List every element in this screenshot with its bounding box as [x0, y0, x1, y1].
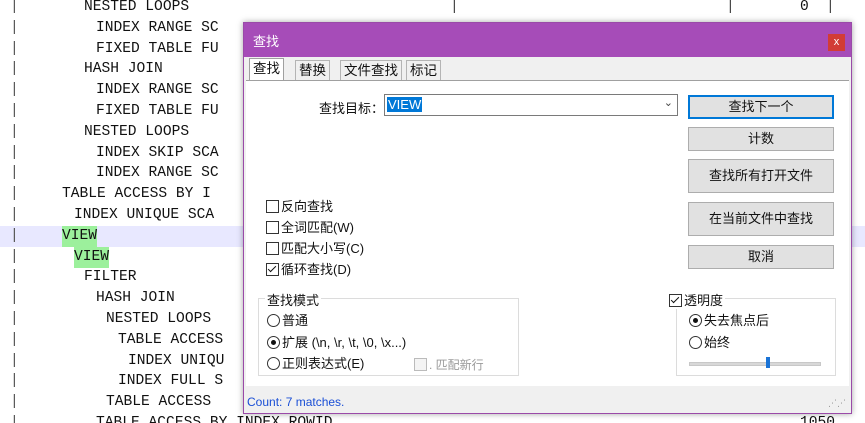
dialog-title: 查找: [253, 34, 280, 49]
editor-line-text: INDEX FULL S: [118, 373, 224, 390]
find-next-button[interactable]: 查找下一个: [688, 95, 834, 119]
line-border: |: [10, 165, 19, 182]
editor-line-text: INDEX RANGE SC: [96, 165, 219, 182]
line-border: |: [10, 123, 19, 140]
checkbox-box[interactable]: [266, 263, 279, 276]
match-case-checkbox[interactable]: 匹配大小写(C): [266, 240, 364, 258]
editor-line-text: NESTED LOOPS: [84, 0, 190, 15]
line-border: |: [10, 373, 19, 390]
line-border: |: [10, 331, 19, 348]
editor-line[interactable]: | TABLE ACCESS BY INDEX ROWID 1050: [0, 413, 865, 423]
mode-extended-radio[interactable]: 扩展 (\n, \r, \t, \0, \x...): [267, 335, 406, 351]
mode-normal-radio[interactable]: 普通: [267, 313, 308, 329]
editor-line-text: FIXED TABLE FU: [96, 40, 219, 57]
editor-line-text: NESTED LOOPS: [106, 311, 212, 327]
transparency-checkbox[interactable]: 透明度: [667, 290, 726, 309]
editor-line-text: INDEX RANGE SC: [96, 82, 219, 99]
editor-line[interactable]: | NESTED LOOPS | | 0 |: [0, 0, 865, 18]
match-newline-checkbox[interactable]: . 匹配新行: [414, 356, 484, 373]
transparency-always-radio[interactable]: 始终: [689, 335, 730, 351]
column-separator: |: [826, 0, 835, 15]
radio-circle[interactable]: [267, 336, 280, 349]
editor-line-text: TABLE ACCESS: [106, 394, 212, 411]
line-border: |: [10, 61, 19, 78]
line-border: |: [10, 352, 19, 369]
find-all-open-files-button[interactable]: 查找所有打开文件: [688, 159, 834, 193]
status-text: Count: 7 matches.: [247, 395, 345, 409]
editor-line-text: TABLE ACCESS BY I: [62, 186, 211, 203]
resize-grip-icon[interactable]: ⋰⋰: [828, 398, 846, 409]
transparency-group: 透明度 失去焦点后 始终: [667, 290, 836, 376]
transparency-on-lose-focus-radio[interactable]: 失去焦点后: [689, 313, 769, 329]
editor-line-text: VIEW: [74, 246, 110, 268]
line-border: |: [10, 394, 19, 411]
slider-thumb[interactable]: [766, 357, 771, 368]
line-border: |: [10, 248, 19, 265]
chevron-down-icon[interactable]: ⌄: [664, 96, 673, 109]
search-mode-group: 查找模式 普通 扩展 (\n, \r, \t, \0, \x...) 正则表达式…: [258, 290, 519, 376]
editor-line-text: FILTER: [84, 269, 137, 286]
find-what-value[interactable]: VIEW: [387, 97, 423, 112]
find-in-current-file-button[interactable]: 在当前文件中查找: [688, 202, 834, 236]
checkbox-box[interactable]: [266, 242, 279, 255]
line-border: |: [10, 227, 19, 244]
line-border: |: [10, 103, 19, 119]
checkbox-box[interactable]: [669, 294, 682, 307]
search-mode-legend: 查找模式: [265, 290, 322, 309]
reverse-direction-checkbox[interactable]: 反向查找: [266, 198, 333, 216]
dialog-tabs: 查找 替换 文件查找 标记: [244, 58, 851, 81]
line-border: |: [10, 269, 19, 286]
count-button[interactable]: 计数: [688, 127, 834, 151]
mode-regex-radio[interactable]: 正则表达式(E): [267, 356, 364, 372]
transparency-slider[interactable]: [689, 362, 821, 366]
editor-line-text: NESTED LOOPS: [84, 123, 190, 140]
whole-word-checkbox[interactable]: 全词匹配(W): [266, 219, 354, 237]
status-bar: Count: 7 matches. ⋰⋰: [246, 387, 849, 411]
wrap-around-checkbox[interactable]: 循环查找(D): [266, 261, 351, 279]
plan-value: 0: [800, 0, 809, 15]
checkbox-box[interactable]: [266, 200, 279, 213]
line-border: |: [10, 290, 19, 307]
column-separator: |: [726, 0, 735, 15]
radio-circle[interactable]: [267, 357, 280, 370]
tab-find[interactable]: 查找: [249, 58, 284, 81]
editor-line-text: INDEX SKIP SCA: [96, 144, 219, 161]
editor-line-text: TABLE ACCESS BY INDEX ROWID: [96, 415, 333, 423]
find-dialog: 查找 x 查找 替换 文件查找 标记 查找目标： VIEW ⌄ 查找下一个 计数…: [243, 22, 852, 414]
line-border: |: [10, 311, 19, 327]
editor-line-text: HASH JOIN: [96, 290, 175, 307]
radio-circle[interactable]: [267, 314, 280, 327]
line-border: |: [10, 40, 19, 57]
line-border: |: [10, 186, 19, 203]
tab-find-in-files[interactable]: 文件查找: [340, 60, 402, 80]
find-what-combobox[interactable]: VIEW ⌄: [384, 94, 678, 116]
radio-circle[interactable]: [689, 336, 702, 349]
checkbox-box[interactable]: [414, 358, 427, 371]
line-border: |: [10, 19, 19, 36]
column-separator: |: [450, 0, 459, 15]
radio-circle[interactable]: [689, 314, 702, 327]
line-border: |: [10, 207, 19, 223]
line-border: |: [10, 144, 19, 161]
find-panel: 查找目标： VIEW ⌄ 查找下一个 计数 查找所有打开文件 在当前文件中查找 …: [246, 80, 849, 386]
editor-line-text: INDEX UNIQUE SCA: [74, 207, 215, 223]
checkbox-box[interactable]: [266, 221, 279, 234]
find-what-label: 查找目标：: [319, 101, 385, 116]
editor-line-text: INDEX UNIQU: [128, 352, 225, 369]
editor-line-text: VIEW: [62, 225, 98, 247]
editor-line-text: TABLE ACCESS: [118, 331, 224, 348]
editor-line-text: FIXED TABLE FU: [96, 103, 219, 119]
line-border: |: [10, 415, 19, 423]
tab-mark[interactable]: 标记: [406, 60, 441, 80]
close-icon[interactable]: x: [828, 34, 845, 51]
dialog-titlebar[interactable]: 查找 x: [244, 23, 851, 57]
line-border: |: [10, 0, 19, 15]
plan-value: 1050: [800, 415, 836, 423]
editor-line-text: HASH JOIN: [84, 61, 163, 78]
editor-line-text: INDEX RANGE SC: [96, 19, 219, 36]
line-border: |: [10, 82, 19, 99]
cancel-button[interactable]: 取消: [688, 245, 834, 269]
tab-replace[interactable]: 替换: [295, 60, 330, 80]
